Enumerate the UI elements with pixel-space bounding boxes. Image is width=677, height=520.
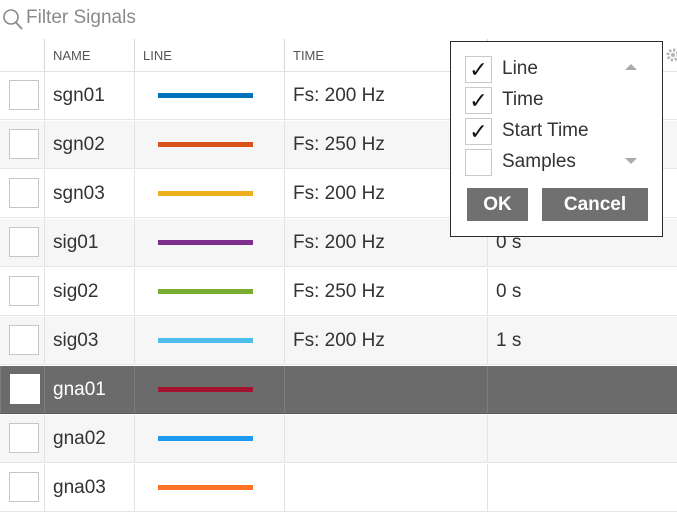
signal-name: gna02	[44, 415, 134, 462]
line-color-swatch[interactable]	[158, 240, 253, 245]
column-option[interactable]: Samples	[465, 147, 635, 177]
search-icon	[3, 9, 23, 30]
column-option-checkbox[interactable]: ✓	[465, 118, 492, 145]
column-chooser-popup: ✓ Line ✓ Time ✓ Start Time Samples OK Cancel	[450, 41, 663, 237]
line-cell	[134, 170, 284, 217]
signal-name: gna03	[44, 464, 134, 511]
line-cell	[134, 121, 284, 168]
scroll-up-arrow-icon[interactable]	[625, 64, 637, 70]
signal-name: sgn02	[44, 121, 134, 168]
row-check-cell	[0, 219, 44, 266]
row-check-cell	[0, 317, 44, 364]
row-checkbox[interactable]	[10, 374, 40, 404]
line-color-swatch[interactable]	[158, 436, 253, 441]
signal-start-time: 0 s	[487, 268, 677, 315]
filter-bar	[0, 0, 677, 38]
row-check-cell	[0, 170, 44, 217]
signal-start-time: 1 s	[487, 317, 677, 364]
line-color-swatch[interactable]	[158, 289, 253, 294]
line-cell	[134, 415, 284, 462]
gear-icon[interactable]	[665, 47, 677, 63]
cancel-button[interactable]: Cancel	[542, 188, 648, 221]
line-cell	[134, 72, 284, 119]
signal-time	[284, 415, 487, 462]
signal-time: Fs: 250 Hz	[284, 268, 487, 315]
column-option-label: Time	[502, 89, 544, 110]
table-row[interactable]: sig02 Fs: 250 Hz 0 s	[0, 268, 677, 316]
row-checkbox[interactable]	[9, 80, 39, 110]
line-cell	[134, 464, 284, 511]
row-checkbox[interactable]	[9, 325, 39, 355]
column-option-label: Start Time	[502, 120, 589, 141]
line-color-swatch[interactable]	[158, 191, 253, 196]
signal-name: sig02	[44, 268, 134, 315]
table-row[interactable]: gna02	[0, 415, 677, 463]
signal-name: sgn03	[44, 170, 134, 217]
scroll-down-arrow-icon[interactable]	[625, 158, 637, 164]
line-cell	[134, 317, 284, 364]
row-check-cell	[0, 464, 44, 511]
row-check-cell	[0, 366, 44, 413]
row-check-cell	[0, 121, 44, 168]
header-name[interactable]: NAME	[44, 39, 134, 71]
row-checkbox[interactable]	[9, 129, 39, 159]
line-cell	[134, 219, 284, 266]
row-check-cell	[0, 415, 44, 462]
row-checkbox[interactable]	[9, 276, 39, 306]
column-option-checkbox[interactable]	[465, 149, 492, 176]
column-option[interactable]: ✓ Start Time	[465, 116, 635, 146]
line-color-swatch[interactable]	[158, 338, 253, 343]
line-cell	[134, 366, 284, 413]
column-option-checkbox[interactable]: ✓	[465, 56, 492, 83]
signal-name: sig03	[44, 317, 134, 364]
header-line[interactable]: LINE	[134, 39, 284, 71]
table-row[interactable]: gna03	[0, 464, 677, 512]
signal-name: gna01	[44, 366, 134, 413]
row-checkbox[interactable]	[9, 423, 39, 453]
ok-button[interactable]: OK	[467, 188, 528, 221]
row-checkbox[interactable]	[9, 472, 39, 502]
column-option-label: Line	[502, 58, 538, 79]
line-color-swatch[interactable]	[158, 387, 253, 392]
row-checkbox[interactable]	[9, 178, 39, 208]
signal-start-time	[487, 366, 677, 413]
row-check-cell	[0, 268, 44, 315]
row-check-cell	[0, 72, 44, 119]
header-check-column	[0, 39, 44, 71]
column-option-checkbox[interactable]: ✓	[465, 87, 492, 114]
signal-start-time	[487, 415, 677, 462]
line-color-swatch[interactable]	[158, 485, 253, 490]
column-option-label: Samples	[502, 151, 576, 172]
column-option[interactable]: ✓ Time	[465, 85, 635, 115]
filter-signals-input[interactable]	[26, 4, 326, 32]
signal-time	[284, 464, 487, 511]
row-checkbox[interactable]	[9, 227, 39, 257]
table-row[interactable]: sig03 Fs: 200 Hz 1 s	[0, 317, 677, 365]
signal-time	[284, 366, 487, 413]
column-option[interactable]: ✓ Line	[465, 54, 635, 84]
line-color-swatch[interactable]	[158, 93, 253, 98]
table-row[interactable]: gna01	[0, 366, 677, 414]
line-cell	[134, 268, 284, 315]
signal-time: Fs: 200 Hz	[284, 317, 487, 364]
signal-start-time	[487, 464, 677, 511]
line-color-swatch[interactable]	[158, 142, 253, 147]
signal-name: sgn01	[44, 72, 134, 119]
signal-name: sig01	[44, 219, 134, 266]
